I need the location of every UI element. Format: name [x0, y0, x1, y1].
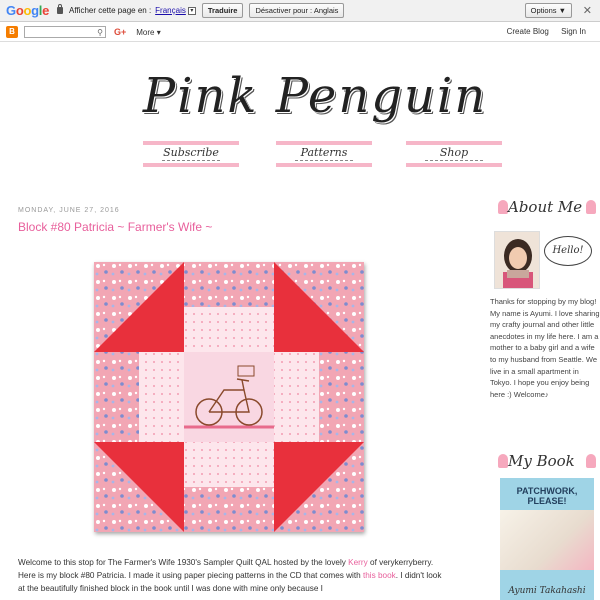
- search-input[interactable]: ⚲: [24, 26, 106, 38]
- kerry-link[interactable]: Kerry: [348, 558, 368, 567]
- book-cover-title: PATCHWORK, PLEASE!: [516, 486, 578, 506]
- book-cover[interactable]: PATCHWORK, PLEASE! Ayumi Takahashi: [500, 478, 594, 600]
- book-author: Ayumi Takahashi: [508, 586, 586, 596]
- tab-label: Patterns: [276, 146, 372, 161]
- my-book-heading: My Book: [490, 451, 600, 473]
- heart-icon: [498, 200, 508, 214]
- tab-stripe: [276, 163, 372, 167]
- heart-icon: [498, 454, 508, 468]
- options-button[interactable]: Options ▼: [524, 3, 572, 18]
- sign-in-link[interactable]: Sign In: [561, 27, 586, 36]
- my-book-title: My Book: [508, 452, 575, 470]
- post-text: Welcome to this stop for The Farmer's Wi…: [18, 558, 349, 567]
- hello-bubble: Hello!: [544, 236, 592, 266]
- about-text: Thanks for stopping by my blog! My name …: [490, 297, 600, 399]
- google-logo: Google: [6, 3, 50, 18]
- tab-patterns[interactable]: Patterns: [276, 141, 372, 167]
- language-select[interactable]: Français: [155, 6, 186, 15]
- post-title[interactable]: Block #80 Patricia ~ Farmer's Wife ~: [18, 220, 212, 234]
- search-icon[interactable]: ⚲: [97, 28, 103, 37]
- about-me-title: About Me: [508, 198, 583, 216]
- quilt-block-photo[interactable]: [94, 262, 364, 532]
- quilt-block-image: [94, 262, 364, 532]
- disable-translate-button[interactable]: Désactiver pour : Anglais: [249, 3, 345, 18]
- heart-icon: [586, 454, 596, 468]
- book-link[interactable]: this book: [363, 571, 396, 580]
- tab-stripe: [276, 141, 372, 145]
- author-photo: [494, 231, 540, 289]
- site-title[interactable]: Pink Penguin: [0, 68, 600, 124]
- about-me-heading: About Me: [490, 197, 600, 219]
- blogger-navbar: B ⚲ G+ More ▾ Create Blog Sign In: [0, 23, 600, 42]
- post-date: MONDAY, JUNE 27, 2016: [18, 207, 120, 214]
- post-body: Welcome to this stop for The Farmer's Wi…: [18, 556, 450, 595]
- tab-stripe: [406, 163, 502, 167]
- tab-stripe: [143, 163, 239, 167]
- tab-label: Subscribe: [143, 146, 239, 161]
- tab-label: Shop: [406, 146, 502, 161]
- create-blog-link[interactable]: Create Blog: [507, 27, 549, 36]
- google-plus-button[interactable]: G+: [114, 27, 126, 37]
- chevron-down-icon[interactable]: ▾: [187, 6, 196, 15]
- blogger-logo-icon[interactable]: B: [6, 26, 18, 38]
- close-icon[interactable]: ✕: [583, 4, 592, 17]
- tab-stripe: [143, 141, 239, 145]
- heart-icon: [586, 200, 596, 214]
- tab-subscribe[interactable]: Subscribe: [143, 141, 239, 167]
- book-cover-image: [500, 510, 594, 570]
- tab-shop[interactable]: Shop: [406, 141, 502, 167]
- translate-bar: Google Afficher cette page en : Français…: [0, 0, 600, 22]
- lock-icon: [57, 4, 64, 14]
- avatar: [495, 232, 539, 288]
- header-nav: Subscribe Patterns Shop: [0, 141, 600, 169]
- tab-stripe: [406, 141, 502, 145]
- more-menu[interactable]: More ▾: [136, 28, 160, 37]
- translate-prompt: Afficher cette page en :: [69, 6, 152, 15]
- translate-button[interactable]: Traduire: [201, 3, 244, 18]
